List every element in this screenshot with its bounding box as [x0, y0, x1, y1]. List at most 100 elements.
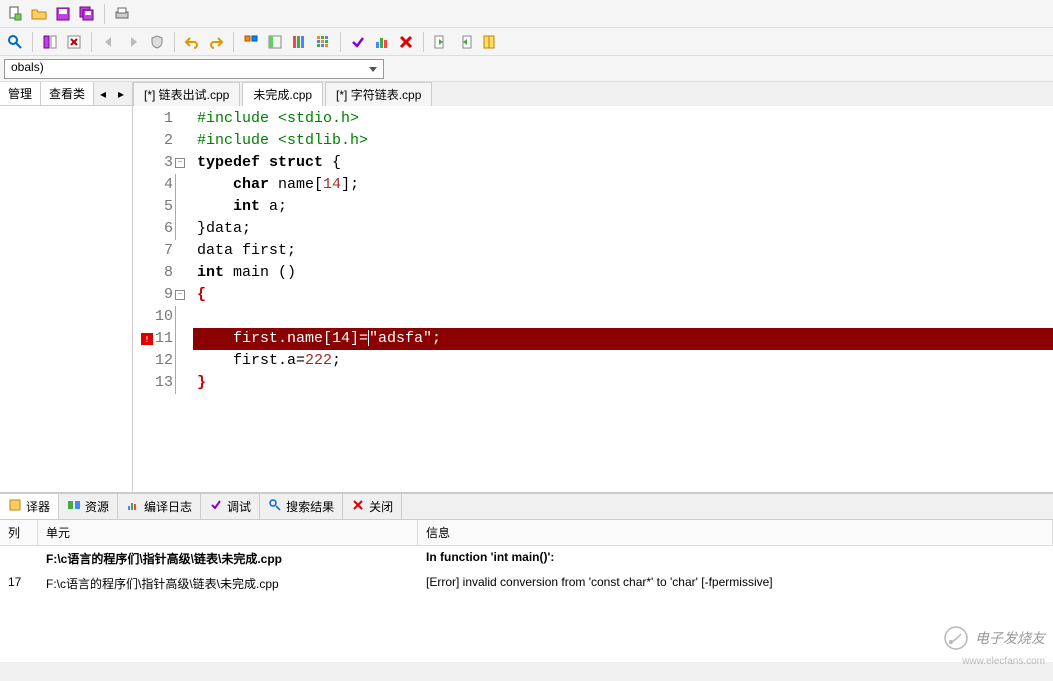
watermark-icon [943, 625, 969, 651]
gutter-line: 6 [133, 218, 185, 240]
message-table: 列 单元 信息 F:\c语言的程序们\指针高级\链表\未完成.cppIn fun… [0, 520, 1053, 662]
col-header-line[interactable]: 列 [0, 520, 38, 545]
resource-icon [67, 498, 81, 515]
gutter-line: 13 [133, 372, 185, 394]
bottom-tabs: 译器 资源 编译日志 调试 搜索结果 关闭 [0, 494, 1053, 520]
bottom-tab-debug[interactable]: 调试 [201, 494, 260, 519]
bottom-tab-label: 译器 [26, 498, 50, 515]
book-icon[interactable] [478, 31, 500, 53]
toolbar-separator [104, 4, 105, 24]
toolbar-separator [174, 32, 175, 52]
gutter-line: !11 [133, 328, 185, 350]
save-icon[interactable] [52, 3, 74, 25]
bottom-tab-label: 调试 [227, 498, 251, 515]
code-line[interactable]: char name[14]; [193, 174, 1053, 196]
bottom-tab-resource[interactable]: 资源 [59, 494, 118, 519]
code-line[interactable]: int main () [193, 262, 1053, 284]
gutter-line: 5 [133, 196, 185, 218]
sidebar-tab-view-class[interactable]: 查看类 [41, 82, 94, 105]
col-header-unit[interactable]: 单元 [38, 520, 418, 545]
code-line[interactable]: #include <stdlib.h> [193, 130, 1053, 152]
forward-icon[interactable] [122, 31, 144, 53]
new-file-icon[interactable] [4, 3, 26, 25]
step-out-icon[interactable] [430, 31, 452, 53]
check-icon[interactable] [347, 31, 369, 53]
bottom-panel: 译器 资源 编译日志 调试 搜索结果 关闭 列 单元 信息 F:\c语言的程序们… [0, 492, 1053, 662]
print-icon[interactable] [111, 3, 133, 25]
shield-icon[interactable] [146, 31, 168, 53]
bottom-tab-label: 编译日志 [144, 498, 192, 515]
step-in-icon[interactable] [454, 31, 476, 53]
bottom-tab-search-results[interactable]: 搜索结果 [260, 494, 343, 519]
layout-9-icon[interactable] [312, 31, 334, 53]
toolbar-separator [32, 32, 33, 52]
sidebar-nav-left-icon[interactable]: ◂ [95, 86, 111, 102]
chart-icon[interactable] [371, 31, 393, 53]
toolbar-separator [91, 32, 92, 52]
file-tab[interactable]: [*] 链表出试.cpp [133, 82, 240, 106]
sidebar-body [0, 106, 132, 492]
toolbar-row-2 [0, 28, 1053, 56]
toolbar-separator [340, 32, 341, 52]
bottom-tab-close[interactable]: 关闭 [343, 494, 402, 519]
layout-2-icon[interactable] [240, 31, 262, 53]
sidebar-tabs: 管理 查看类 ◂ ▸ [0, 82, 132, 106]
globals-combo-row: obals) [0, 56, 1053, 82]
gutter-line: 10 [133, 306, 185, 328]
close-icon [351, 498, 365, 515]
file-tab[interactable]: 未完成.cpp [242, 82, 323, 106]
redo-icon[interactable] [205, 31, 227, 53]
file-tabs: [*] 链表出试.cpp未完成.cpp[*] 字符链表.cpp [133, 82, 1053, 106]
watermark-text: 电子发烧友 [975, 628, 1045, 648]
watermark-url: www.elecfans.com [962, 656, 1045, 667]
code-line[interactable]: int a; [193, 196, 1053, 218]
gutter-line: 4 [133, 174, 185, 196]
main-area: 管理 查看类 ◂ ▸ [*] 链表出试.cpp未完成.cpp[*] 字符链表.c… [0, 82, 1053, 492]
watermark: 电子发烧友 [943, 625, 1045, 651]
compiler-icon [8, 498, 22, 515]
code-editor[interactable]: 123−456789−10!111213 #include <stdio.h>#… [133, 106, 1053, 492]
code-line[interactable]: }data; [193, 218, 1053, 240]
col-header-info[interactable]: 信息 [418, 520, 1053, 545]
gutter: 123−456789−10!111213 [133, 106, 193, 492]
gutter-line: 3− [133, 152, 185, 174]
file-tab[interactable]: [*] 字符链表.cpp [325, 82, 432, 106]
code-line[interactable]: data first; [193, 240, 1053, 262]
message-row[interactable]: F:\c语言的程序们\指针高级\链表\未完成.cppIn function 'i… [0, 546, 1053, 571]
undo-icon[interactable] [181, 31, 203, 53]
code-line[interactable]: first.a=222; [193, 350, 1053, 372]
back-icon[interactable] [98, 31, 120, 53]
open-icon[interactable] [28, 3, 50, 25]
gutter-line: 2 [133, 130, 185, 152]
code-line[interactable]: { [193, 284, 1053, 306]
gutter-line: 12 [133, 350, 185, 372]
code-line[interactable]: typedef struct { [193, 152, 1053, 174]
code-line[interactable]: first.name[14]="adsfa"; [193, 328, 1053, 350]
close-all-icon[interactable] [63, 31, 85, 53]
sidebar-nav-right-icon[interactable]: ▸ [113, 86, 129, 102]
layout-3-icon[interactable] [288, 31, 310, 53]
toolbar-row-1 [0, 0, 1053, 28]
code-line[interactable] [193, 306, 1053, 328]
debug-icon [209, 498, 223, 515]
gutter-line: 9− [133, 284, 185, 306]
gutter-line: 8 [133, 262, 185, 284]
sidebar-tab-manage[interactable]: 管理 [0, 82, 41, 105]
globals-combo[interactable]: obals) [4, 59, 384, 79]
save-all-icon[interactable] [76, 3, 98, 25]
bottom-tab-label: 关闭 [369, 498, 393, 515]
bottom-tab-build-log[interactable]: 编译日志 [118, 494, 201, 519]
code-body[interactable]: #include <stdio.h>#include <stdlib.h>typ… [193, 106, 1053, 492]
code-line[interactable]: #include <stdio.h> [193, 108, 1053, 130]
code-line[interactable]: } [193, 372, 1053, 394]
message-row[interactable]: 17F:\c语言的程序们\指针高级\链表\未完成.cpp[Error] inva… [0, 571, 1053, 596]
disk-view-icon[interactable] [39, 31, 61, 53]
build-log-icon [126, 498, 140, 515]
gutter-line: 1 [133, 108, 185, 130]
toolbar-separator [423, 32, 424, 52]
search-icon[interactable] [4, 31, 26, 53]
sidebar: 管理 查看类 ◂ ▸ [0, 82, 133, 492]
delete-icon[interactable] [395, 31, 417, 53]
bottom-tab-compiler[interactable]: 译器 [0, 494, 59, 519]
layout-border-icon[interactable] [264, 31, 286, 53]
